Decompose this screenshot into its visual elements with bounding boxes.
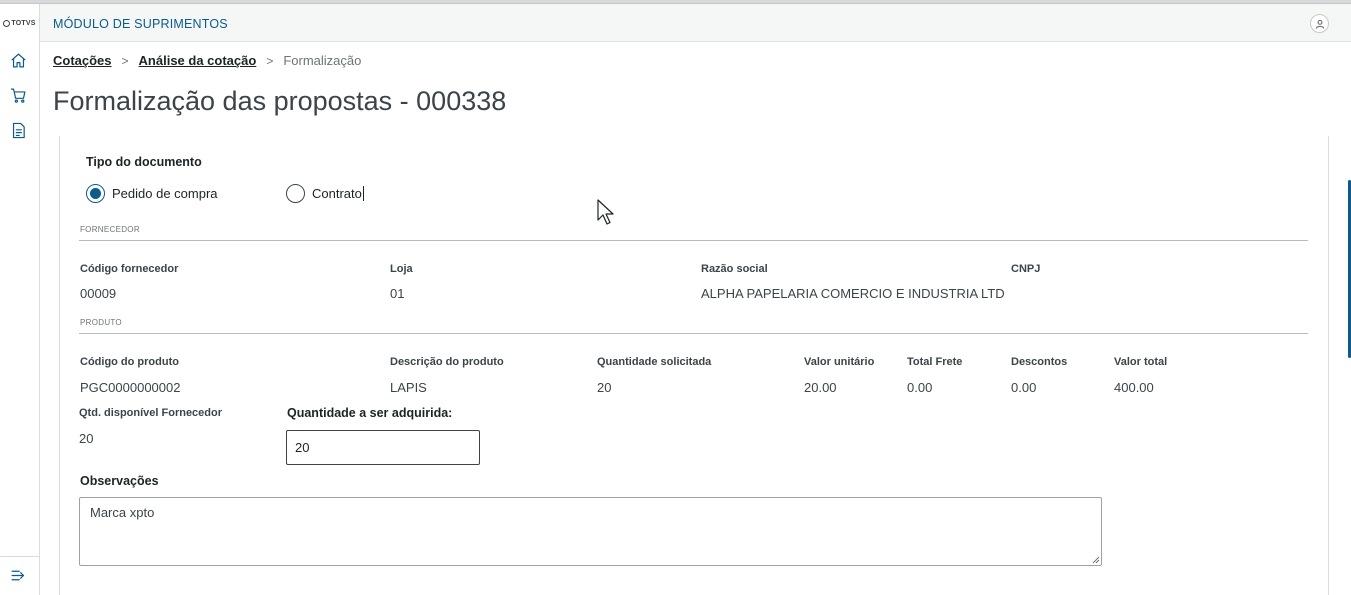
breadcrumb-current: Formalização	[283, 53, 362, 68]
supplier-name-label: Razão social	[701, 263, 768, 275]
total-label: Valor total	[1114, 356, 1168, 368]
unit-price-label: Valor unitário	[804, 356, 875, 368]
discounts-label: Descontos	[1011, 356, 1068, 368]
document-icon	[12, 122, 25, 138]
sidebar-divider	[0, 556, 39, 557]
section-divider	[79, 240, 1308, 241]
observations-text: Marca xpto	[90, 505, 155, 520]
unit-price-value: 20.00	[804, 380, 837, 395]
sidebar-item-cart[interactable]	[8, 85, 28, 105]
radio-unchecked-icon	[286, 184, 305, 203]
mouse-cursor-icon	[597, 199, 614, 225]
sidebar-item-home[interactable]	[8, 50, 28, 70]
qty-available-value: 20	[79, 431, 94, 446]
product-description-value: LAPIS	[390, 380, 427, 395]
user-avatar-button[interactable]	[1310, 14, 1329, 33]
radio-checked-icon	[86, 184, 105, 203]
radio-contrato[interactable]: Contrato	[286, 184, 364, 203]
qty-to-buy-label-text: Quantidade a ser adquirida	[287, 406, 449, 420]
section-produto: PRODUTO	[80, 318, 122, 327]
supplier-cnpj-label: CNPJ	[1011, 263, 1041, 275]
breadcrumb-separator: >	[266, 53, 274, 68]
supplier-name-value: ALPHA PAPELARIA COMERCIO E INDUSTRIA LTD	[701, 286, 1005, 301]
doc-type-label: Tipo do documento	[86, 155, 202, 169]
supplier-store-value: 01	[390, 286, 405, 301]
radio-pedido-de-compra[interactable]: Pedido de compra	[86, 184, 218, 203]
logo-text: TOTVS	[11, 19, 36, 27]
section-divider	[79, 333, 1308, 334]
breadcrumb-separator: >	[121, 53, 129, 68]
sidebar-item-documents[interactable]	[8, 120, 28, 140]
qty-available-label: Qtd. disponível Fornecedor	[79, 407, 223, 419]
collapse-menu-icon	[11, 570, 24, 580]
total-value: 400.00	[1114, 380, 1154, 395]
page-title: Formalização das propostas - 000338	[53, 86, 507, 116]
supplier-store-label: Loja	[390, 263, 413, 275]
resize-grip-icon[interactable]	[1091, 555, 1100, 564]
product-code-label: Código do produto	[80, 356, 179, 368]
module-title: MÓDULO DE SUPRIMENTOS	[53, 17, 228, 31]
sidebar-collapse-button[interactable]	[8, 565, 28, 585]
qty-to-buy-input[interactable]: 20	[286, 430, 480, 465]
freight-value: 0.00	[907, 380, 933, 395]
qty-requested-value: 20	[597, 380, 612, 395]
product-code-value: PGC0000000002	[80, 380, 181, 395]
sidebar: TOTVS	[0, 4, 40, 595]
totvs-logo: TOTVS	[0, 4, 39, 42]
radio-label: Pedido de compra	[112, 186, 218, 201]
freight-label: Total Frete	[907, 356, 963, 368]
observations-label: Observações	[80, 474, 159, 488]
section-fornecedor: FORNECEDOR	[80, 225, 140, 234]
user-icon	[1315, 19, 1324, 29]
cart-icon	[10, 88, 25, 103]
qty-to-buy-label: Quantidade a ser adquirida:	[287, 406, 453, 420]
logo-ring-icon	[3, 19, 11, 27]
product-description-label: Descrição do produto	[390, 356, 504, 368]
supplier-code-value: 00009	[80, 286, 117, 301]
breadcrumb-link-analise[interactable]: Análise da cotação	[139, 53, 257, 68]
breadcrumb-link-cotacoes[interactable]: Cotações	[53, 53, 112, 68]
app-header: MÓDULO DE SUPRIMENTOS	[40, 4, 1351, 42]
observations-textarea[interactable]: Marca xpto	[79, 497, 1102, 566]
home-icon	[11, 53, 25, 67]
discounts-value: 0.00	[1011, 380, 1037, 395]
qty-requested-label: Quantidade solicitada	[597, 356, 712, 368]
breadcrumb: Cotações > Análise da cotação > Formaliz…	[53, 53, 361, 68]
text-caret	[362, 186, 364, 201]
radio-label: Contrato	[312, 186, 362, 201]
supplier-code-label: Código fornecedor	[80, 263, 179, 275]
